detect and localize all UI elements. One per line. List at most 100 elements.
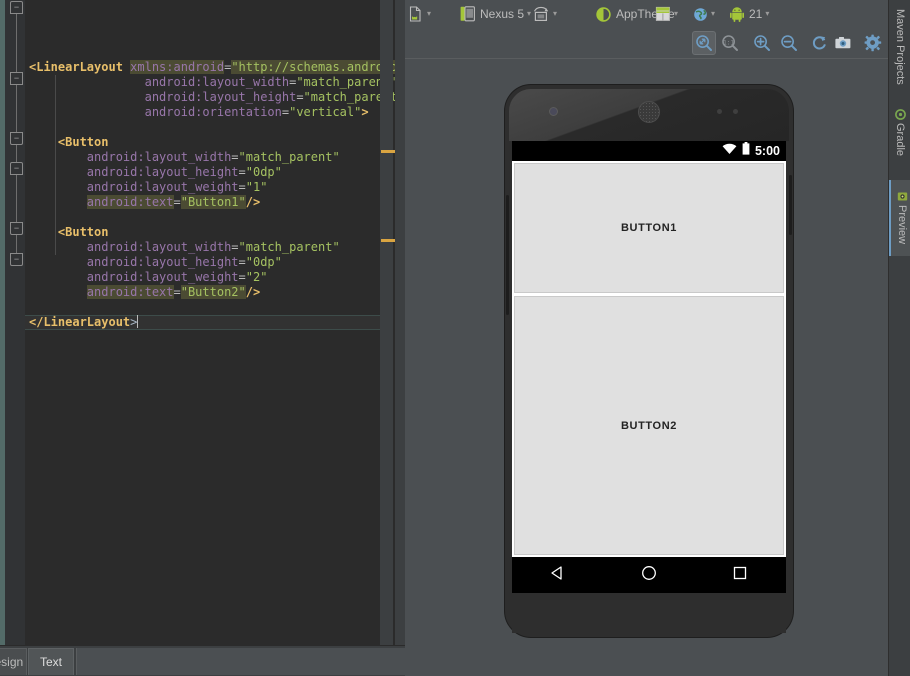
code-token: = bbox=[296, 90, 303, 104]
fold-marker-linearlayout-close[interactable]: − bbox=[10, 253, 23, 266]
zoom-btn-zoom-to-fit[interactable] bbox=[692, 31, 716, 55]
editor-scrollbar-track[interactable] bbox=[395, 0, 405, 645]
globe-icon bbox=[693, 7, 708, 22]
phone-earpiece-icon bbox=[638, 101, 660, 123]
phone-side-left bbox=[506, 195, 509, 315]
code-token: "match_parent" bbox=[239, 150, 340, 164]
chevron-down-icon[interactable]: ▾ bbox=[765, 10, 769, 18]
code-line[interactable]: <LinearLayout xmlns:android="http://sche… bbox=[25, 60, 380, 75]
chevron-down-icon[interactable]: ▾ bbox=[427, 10, 431, 18]
chevron-down-icon[interactable]: ▾ bbox=[553, 10, 557, 18]
fold-marker-linearlayout-open[interactable]: − bbox=[10, 1, 23, 14]
preview-canvas[interactable]: 5:00 BUTTON1 BUTTON2 bbox=[405, 58, 888, 676]
preview-icon bbox=[897, 191, 908, 202]
zoom-btn-settings[interactable] bbox=[861, 31, 885, 55]
code-token: "vertical" bbox=[289, 105, 361, 119]
code-text-area[interactable]: <LinearLayout xmlns:android="http://sche… bbox=[25, 0, 380, 645]
editor-gutter[interactable]: − − − − − − bbox=[5, 0, 25, 645]
right-tool-window-strip: Maven Projects Gradle Preview bbox=[888, 0, 910, 676]
code-line[interactable] bbox=[25, 210, 380, 225]
svg-text:1:1: 1:1 bbox=[723, 39, 734, 46]
tab-text[interactable]: Text bbox=[28, 648, 74, 675]
code-token: "Button2" bbox=[181, 285, 246, 299]
code-line[interactable] bbox=[25, 120, 380, 135]
device-frame-nexus5: 5:00 BUTTON1 BUTTON2 bbox=[505, 85, 793, 637]
zoom-btn-zoom-out[interactable] bbox=[777, 31, 801, 55]
preview-panel: ▾ Nexus 5▾ ▾ AppTheme ▾ ▾ bbox=[405, 0, 888, 676]
tool-window-maven-projects[interactable]: Maven Projects bbox=[889, 4, 910, 90]
tool-window-preview[interactable]: Preview bbox=[889, 180, 910, 256]
toolbar-label: 21 bbox=[749, 7, 762, 21]
code-token bbox=[29, 195, 87, 209]
zoom-btn-screenshot[interactable] bbox=[831, 31, 855, 55]
xml-code-editor[interactable]: − − − − − − <LinearLayout xmlns:android=… bbox=[0, 0, 405, 645]
code-token bbox=[29, 255, 87, 269]
chevron-down-icon[interactable]: ▾ bbox=[527, 10, 531, 18]
chevron-down-icon[interactable]: ▾ bbox=[711, 10, 715, 18]
fold-marker-button2-open[interactable]: − bbox=[10, 162, 23, 175]
circle-home-icon[interactable] bbox=[640, 564, 658, 587]
phone-icon bbox=[460, 6, 475, 22]
phone-side-right bbox=[789, 175, 792, 235]
code-line[interactable]: android:layout_height="match_parent" bbox=[25, 90, 380, 105]
code-token: xmlns:android bbox=[130, 60, 224, 74]
toolbar-device-select[interactable]: Nexus 5▾ bbox=[460, 3, 531, 25]
chevron-down-icon[interactable]: ▾ bbox=[674, 10, 678, 18]
code-token bbox=[29, 75, 145, 89]
code-token: android:layout_height bbox=[87, 255, 239, 269]
code-line[interactable]: android:layout_width="match_parent" bbox=[25, 75, 380, 90]
code-line[interactable]: android:text="Button1"/> bbox=[25, 195, 380, 210]
file-android-icon bbox=[408, 6, 424, 22]
fold-marker-button2-close[interactable]: − bbox=[10, 222, 23, 235]
code-line[interactable]: android:layout_width="match_parent" bbox=[25, 240, 380, 255]
phone-sensor-icon bbox=[733, 109, 738, 114]
code-token bbox=[29, 180, 87, 194]
zoom-fit-icon bbox=[695, 34, 713, 52]
code-line[interactable]: android:layout_weight="1" bbox=[25, 180, 380, 195]
code-token bbox=[29, 90, 145, 104]
code-line[interactable]: android:layout_height="0dp" bbox=[25, 255, 380, 270]
code-line[interactable]: android:layout_height="0dp" bbox=[25, 165, 380, 180]
code-token: "0dp" bbox=[246, 255, 282, 269]
code-line[interactable] bbox=[25, 300, 380, 315]
code-token: "Button1" bbox=[181, 195, 246, 209]
code-line[interactable]: </LinearLayout> bbox=[25, 315, 380, 330]
code-token: = bbox=[231, 240, 238, 254]
fold-marker-button1-open[interactable]: − bbox=[10, 72, 23, 85]
toolbar-device-config[interactable]: ▾ bbox=[408, 3, 431, 25]
tool-window-gradle[interactable]: Gradle bbox=[889, 96, 910, 170]
toolbar-language-select[interactable]: ▾ bbox=[693, 3, 715, 25]
preview-button2[interactable]: BUTTON2 bbox=[514, 296, 784, 555]
layout-grid-icon bbox=[655, 6, 671, 22]
preview-button1[interactable]: BUTTON1 bbox=[514, 163, 784, 293]
device-screen[interactable]: 5:00 BUTTON1 BUTTON2 bbox=[512, 141, 786, 593]
phone-camera-icon bbox=[549, 107, 558, 116]
code-line[interactable]: android:text="Button2"/> bbox=[25, 285, 380, 300]
code-token: "http://schemas.android.c bbox=[231, 60, 405, 74]
toolbar-api-select[interactable]: 21▾ bbox=[730, 3, 769, 25]
code-token: android:layout_weight bbox=[87, 270, 239, 284]
editor-warning-stripe[interactable] bbox=[380, 0, 393, 645]
code-line[interactable]: <Button bbox=[25, 135, 380, 150]
code-token: android:layout_weight bbox=[87, 180, 239, 194]
android-status-bar: 5:00 bbox=[512, 141, 786, 161]
square-recents-icon[interactable] bbox=[731, 564, 749, 587]
phone-chin bbox=[512, 593, 786, 633]
tool-window-label: Maven Projects bbox=[894, 9, 906, 85]
code-token bbox=[29, 225, 58, 239]
code-line[interactable]: android:layout_weight="2" bbox=[25, 270, 380, 285]
code-line[interactable]: <Button bbox=[25, 225, 380, 240]
fold-marker-button1-close[interactable]: − bbox=[10, 132, 23, 145]
code-line[interactable]: android:layout_width="match_parent" bbox=[25, 150, 380, 165]
editor-mode-tabbar: Design Text bbox=[0, 645, 405, 676]
zoom-btn-zoom-actual-size[interactable]: 1:1 bbox=[718, 31, 742, 55]
battery-icon bbox=[742, 142, 750, 160]
code-line[interactable]: android:orientation="vertical"> bbox=[25, 105, 380, 120]
triangle-back-icon[interactable] bbox=[549, 564, 567, 587]
zoom-btn-zoom-in[interactable] bbox=[750, 31, 774, 55]
tab-design[interactable]: Design bbox=[0, 648, 27, 675]
toolbar-orientation-select[interactable]: ▾ bbox=[532, 3, 557, 25]
status-bar-time: 5:00 bbox=[755, 144, 780, 158]
zoom-btn-refresh[interactable] bbox=[808, 31, 832, 55]
toolbar-locale-select[interactable]: ▾ bbox=[655, 3, 678, 25]
